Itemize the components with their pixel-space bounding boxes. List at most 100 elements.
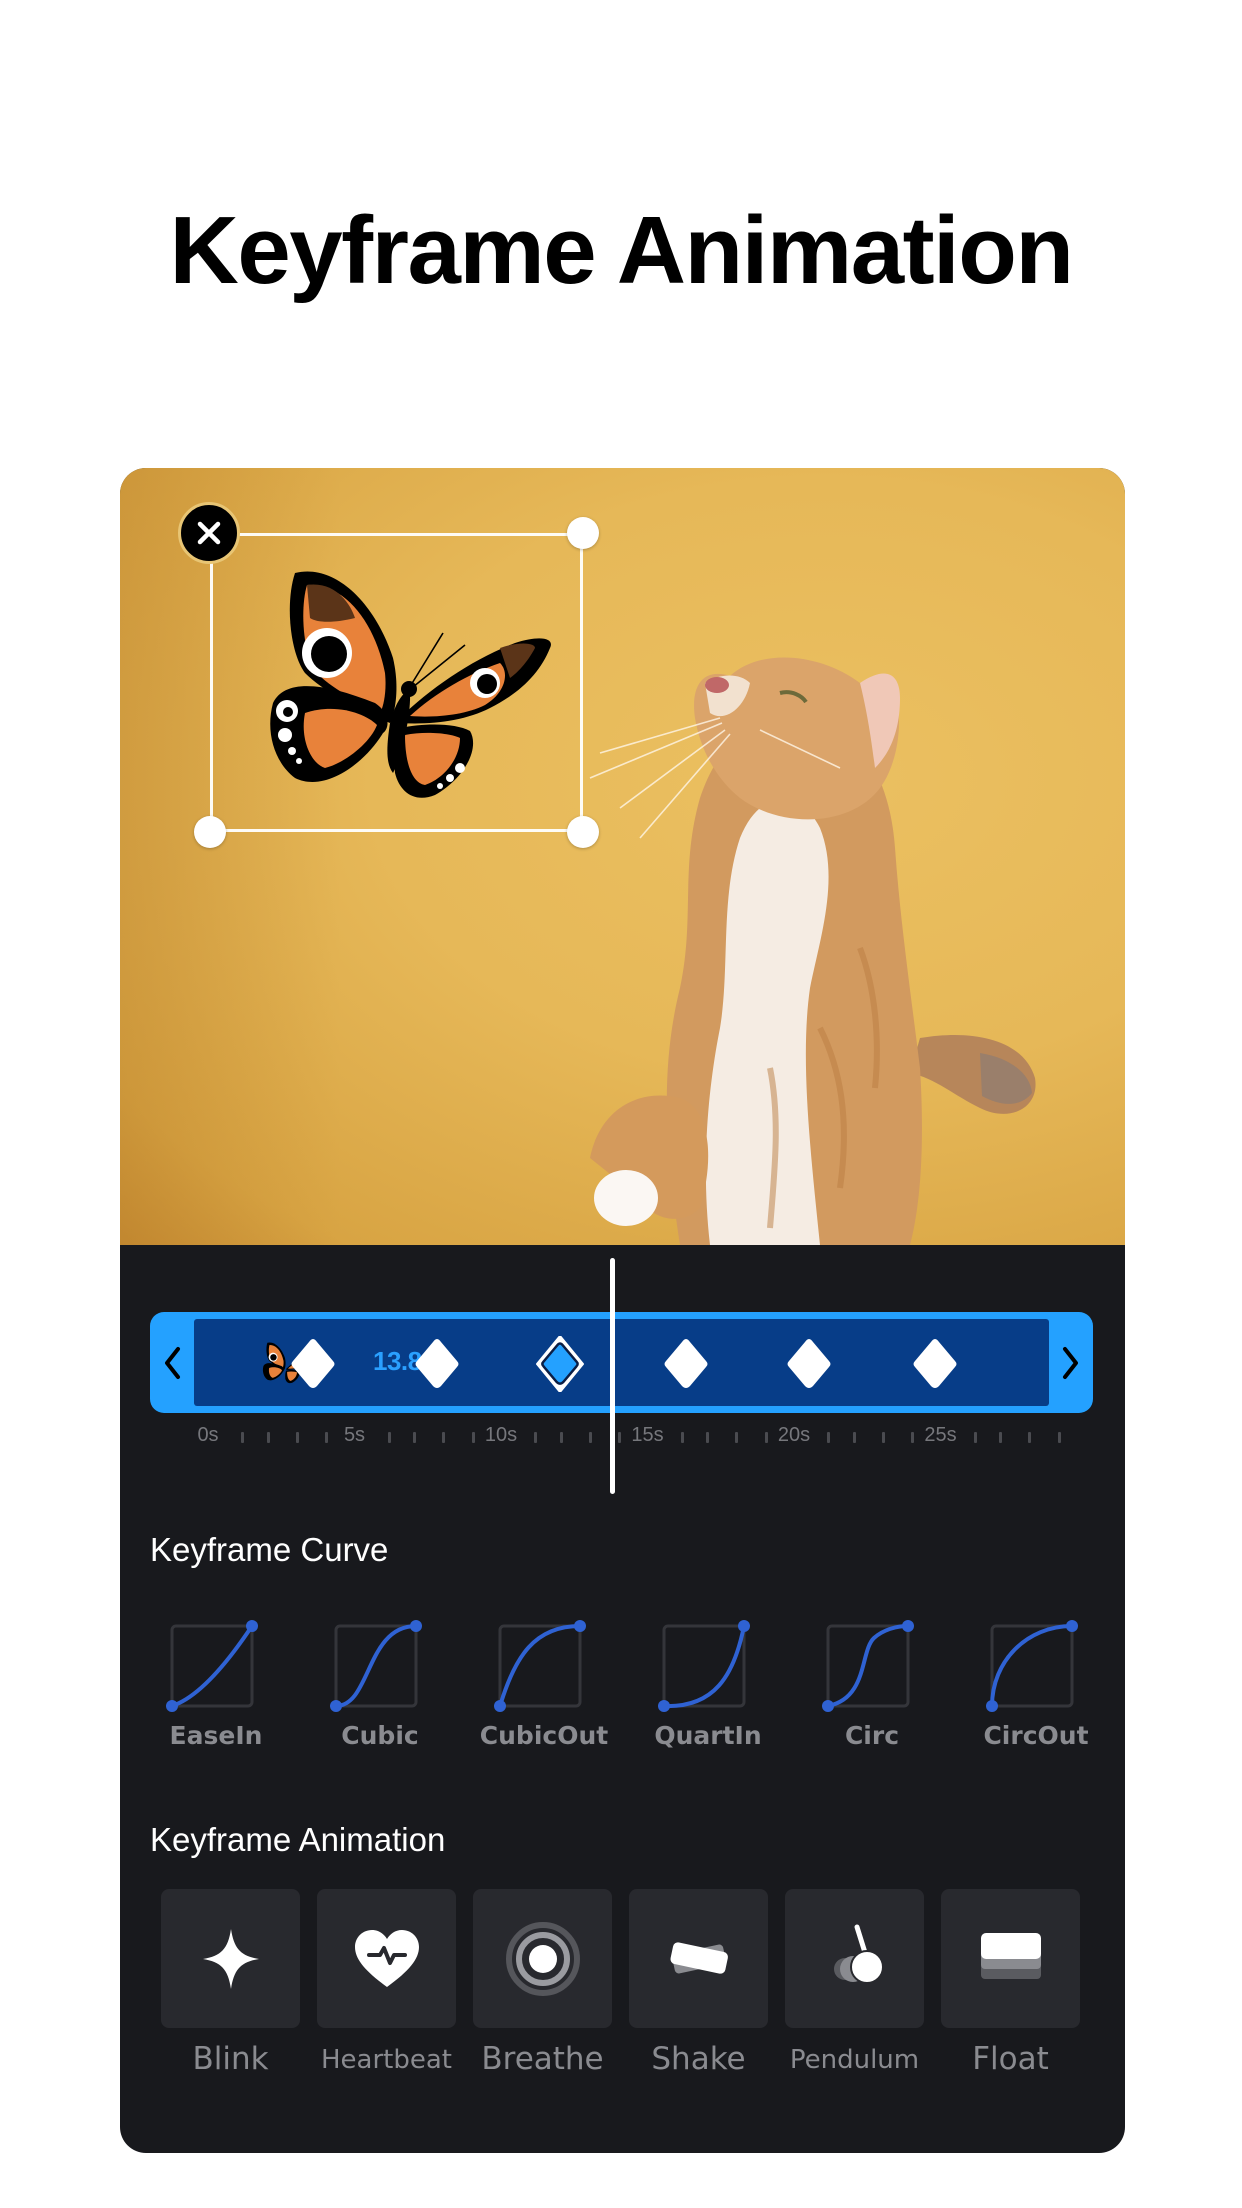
remove-sticker-button[interactable]: [178, 502, 240, 564]
quart-in-curve-icon: [658, 1620, 750, 1712]
page-title: Keyframe Animation: [169, 197, 1075, 304]
time-ruler[interactable]: 0s 5s 10s 15s 20s 25s: [120, 1424, 1125, 1454]
diamond-icon: [291, 1339, 335, 1388]
animation-option-shake[interactable]: Shake: [629, 1889, 768, 2079]
curve-option-quart-in[interactable]: QuartIn: [654, 1616, 768, 1756]
ruler-tick: [764, 1432, 768, 1443]
diamond-icon: [664, 1339, 708, 1388]
heartbeat-icon: [354, 1929, 419, 1987]
keyframe-marker[interactable]: [412, 1336, 462, 1392]
curve-option-ease-in[interactable]: EaseIn: [166, 1616, 276, 1756]
ruler-tick: [1028, 1432, 1032, 1443]
ruler-tick: [387, 1432, 391, 1443]
keyframe-marker[interactable]: [661, 1336, 711, 1392]
ruler-label: 25s: [924, 1424, 957, 1446]
ruler-tick: [618, 1432, 622, 1443]
animation-label: Blink: [192, 2041, 269, 2077]
ruler-tick: [852, 1432, 856, 1443]
animation-tile[interactable]: [317, 1889, 456, 2028]
keyframe-marker[interactable]: [910, 1336, 960, 1392]
ease-in-curve-icon: [166, 1620, 258, 1712]
ruler-label: 0s: [197, 1424, 219, 1446]
ruler-tick: [680, 1432, 684, 1443]
animation-label: Breathe: [481, 2041, 604, 2077]
animation-option-breathe[interactable]: Breathe: [473, 1889, 612, 2079]
trim-handle-right[interactable]: [1049, 1312, 1093, 1413]
chevron-right-icon: [1063, 1346, 1078, 1379]
keyframe-track-clip[interactable]: 13.8s: [194, 1319, 1049, 1406]
ruler-tick: [559, 1432, 563, 1443]
animation-tile[interactable]: [629, 1889, 768, 2028]
animation-tile[interactable]: [161, 1889, 300, 2028]
keyframe-track[interactable]: 13.8s: [150, 1312, 1093, 1413]
ruler-tick: [1057, 1432, 1061, 1443]
cubic-out-curve-icon: [494, 1620, 586, 1712]
ruler-tick: [881, 1432, 885, 1443]
editor-card: 13.8s 0s 5s 10s 15s 20s 25s Keyframe Curve Ea…: [120, 468, 1125, 2153]
breathe-icon: [505, 1921, 580, 1996]
shake-icon: [669, 1941, 728, 1974]
ruler-tick: [241, 1432, 245, 1443]
diamond-icon: [535, 1335, 584, 1393]
curve-label: Circ: [844, 1721, 900, 1750]
animation-option-pendulum[interactable]: Pendulum: [785, 1889, 924, 2079]
circ-out-curve-icon: [986, 1620, 1078, 1712]
ruler-label: 20s: [777, 1424, 811, 1446]
pendulum-icon: [833, 1924, 884, 1984]
ruler-tick: [588, 1432, 592, 1443]
animation-option-heartbeat[interactable]: Heartbeat: [317, 1889, 456, 2079]
ruler-tick: [266, 1432, 270, 1443]
animation-tile[interactable]: [941, 1889, 1080, 2028]
keyframe-animation-heading: Keyframe Animation: [150, 1821, 446, 1858]
ruler-tick: [827, 1432, 831, 1443]
ruler-tick: [999, 1432, 1003, 1443]
curve-option-circ-out[interactable]: CircOut: [983, 1616, 1096, 1756]
cubic-curve-icon: [330, 1620, 422, 1712]
ruler-tick: [325, 1432, 329, 1443]
ruler-tick: [442, 1432, 446, 1443]
sparkle-icon: [202, 1928, 259, 1989]
ruler-tick: [534, 1432, 538, 1443]
ruler-tick: [735, 1432, 739, 1443]
ruler-tick: [295, 1432, 299, 1443]
animation-tile[interactable]: [473, 1889, 612, 2028]
animation-option-blink[interactable]: Blink: [161, 1889, 300, 2079]
close-icon: [197, 521, 221, 545]
trim-handle-left[interactable]: [150, 1312, 194, 1413]
curve-label: CubicOut: [479, 1721, 609, 1750]
curve-option-circ[interactable]: Circ: [822, 1616, 932, 1756]
ruler-tick: [471, 1432, 475, 1443]
resize-handle-bottom-right[interactable]: [567, 816, 599, 848]
curve-label: Cubic: [341, 1721, 419, 1750]
diamond-icon: [415, 1339, 459, 1388]
animation-label: Shake: [651, 2041, 746, 2077]
video-preview[interactable]: [120, 468, 1125, 1245]
curve-option-cubic[interactable]: Cubic: [330, 1616, 440, 1756]
animation-tile[interactable]: [785, 1889, 924, 2028]
ruler-tick: [911, 1432, 915, 1443]
curve-label: CircOut: [983, 1721, 1089, 1750]
diamond-icon: [787, 1339, 831, 1388]
float-icon: [980, 1932, 1041, 1979]
keyframe-marker[interactable]: [784, 1336, 834, 1392]
diamond-icon: [913, 1339, 957, 1388]
curve-option-cubic-out[interactable]: CubicOut: [480, 1616, 608, 1756]
keyframe-curve-heading: Keyframe Curve: [150, 1531, 389, 1568]
resize-handle-top-right[interactable]: [567, 517, 599, 549]
chevron-left-icon: [165, 1346, 180, 1379]
resize-handle-bottom-left[interactable]: [194, 816, 226, 848]
animation-label: Heartbeat: [321, 2045, 452, 2075]
ruler-label: 10s: [484, 1424, 518, 1446]
ruler-tick: [413, 1432, 417, 1443]
keyframe-marker[interactable]: [288, 1336, 338, 1392]
ruler-tick: [973, 1432, 977, 1443]
circ-curve-icon: [822, 1620, 914, 1712]
keyframe-marker-selected[interactable]: [535, 1335, 585, 1393]
animation-option-float[interactable]: Float: [941, 1889, 1080, 2079]
ruler-label: 15s: [631, 1424, 664, 1446]
ruler-label: 5s: [343, 1424, 366, 1446]
butterfly-sticker[interactable]: [265, 563, 555, 808]
animation-label: Float: [972, 2041, 1049, 2077]
animation-label: Pendulum: [789, 2045, 920, 2075]
playhead[interactable]: [610, 1258, 616, 1494]
